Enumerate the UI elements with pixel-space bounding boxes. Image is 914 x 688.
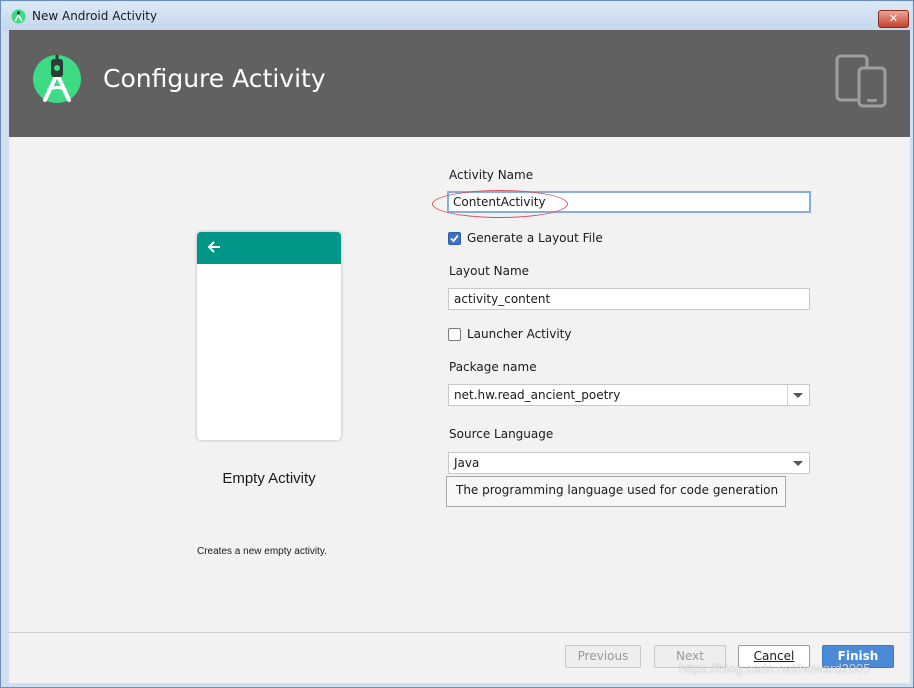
generate-layout-checkbox[interactable] — [448, 232, 461, 245]
template-description: Creates a new empty activity. — [197, 546, 327, 557]
package-name-value: net.hw.read_ancient_poetry — [454, 388, 621, 402]
page-title: Configure Activity — [103, 64, 326, 93]
chevron-down-icon[interactable] — [793, 393, 803, 398]
close-icon: ✕ — [888, 12, 899, 25]
template-name: Empty Activity — [222, 470, 316, 487]
activity-preview — [197, 232, 341, 440]
source-language-select[interactable]: Java — [448, 452, 810, 474]
dialog-window: New Android Activity ✕ Configure Activit… — [0, 0, 914, 688]
generate-layout-label: Generate a Layout File — [467, 231, 603, 245]
close-button[interactable]: ✕ — [878, 10, 909, 28]
package-name-label: Package name — [449, 360, 537, 374]
footer-divider — [9, 632, 910, 633]
title-bar[interactable]: New Android Activity ✕ — [2, 2, 912, 30]
previous-button[interactable]: Previous — [565, 645, 641, 668]
android-studio-icon — [11, 9, 26, 24]
source-language-value: Java — [454, 456, 480, 470]
activity-name-input[interactable] — [447, 191, 811, 213]
header-banner: Configure Activity — [9, 30, 910, 137]
dialog-content: Configure Activity Empty Activity Create… — [9, 30, 910, 683]
phone-tablet-icon — [835, 54, 887, 108]
android-studio-logo-icon — [33, 55, 81, 103]
launcher-activity-checkbox[interactable] — [448, 328, 461, 341]
window-title: New Android Activity — [32, 9, 158, 23]
preview-toolbar — [197, 232, 341, 264]
combo-separator — [787, 385, 788, 405]
source-language-tooltip: The programming language used for code g… — [446, 476, 786, 507]
package-name-combobox[interactable]: net.hw.read_ancient_poetry — [448, 384, 810, 406]
layout-name-label: Layout Name — [449, 264, 530, 278]
checkmark-icon — [450, 234, 459, 243]
source-language-label: Source Language — [449, 427, 554, 441]
launcher-activity-label: Launcher Activity — [467, 327, 572, 341]
layout-name-input[interactable] — [448, 288, 810, 310]
chevron-down-icon[interactable] — [793, 461, 803, 466]
watermark-text: https://blog.csdn.net/howard2005 — [679, 661, 871, 676]
arrow-left-icon — [207, 241, 220, 253]
activity-name-label: Activity Name — [449, 168, 534, 182]
